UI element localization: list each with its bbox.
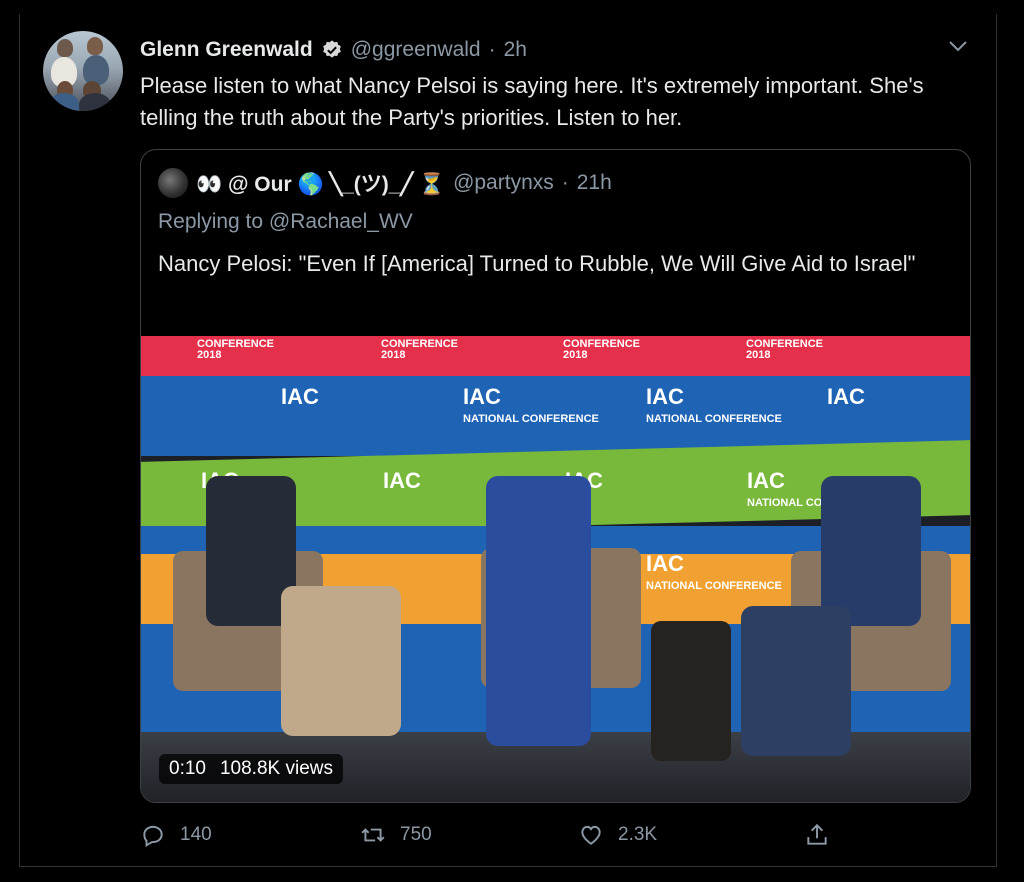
author-handle[interactable]: @ggreenwald	[351, 38, 481, 62]
quoted-separator: ·	[561, 171, 569, 194]
quoted-display-name: 👀 @ Our 🌎 ╲_(ツ)_╱ ⏳	[196, 173, 446, 196]
quoted-handle: @partynxs	[453, 171, 554, 194]
video-duration: 0:10	[169, 758, 206, 779]
speaker-left-legs	[281, 586, 401, 736]
action-bar: 140 750 2.3K	[140, 818, 840, 852]
video-views: 108.8K views	[219, 758, 333, 779]
video-player[interactable]: CONFERENCE 2018 CONFERENCE 2018 CONFEREN…	[141, 336, 970, 802]
author-avatar[interactable]	[43, 31, 123, 111]
quoted-text: Nancy Pelosi: "Even If [America] Turned …	[158, 251, 916, 276]
reply-icon	[143, 825, 163, 848]
speaker-center	[486, 476, 591, 746]
retweet-icon	[361, 828, 385, 842]
author-name[interactable]: Glenn Greenwald	[140, 38, 313, 62]
like-count: 2.3K	[618, 824, 658, 845]
speaker-right-legs	[741, 606, 851, 756]
quoted-header: 👀 @ Our 🌎 ╲_(ツ)_╱ ⏳ @partynxs · 21h	[158, 168, 612, 198]
banner-year-4: 2018	[746, 349, 771, 361]
banner-year-3: 2018	[563, 349, 588, 361]
speaker-right	[821, 476, 921, 626]
iac-sub-2: NATIONAL CONFERENCE	[646, 413, 782, 425]
banner-year-2: 2018	[381, 349, 406, 361]
heart-icon	[581, 825, 601, 845]
side-table	[651, 621, 731, 761]
like-button[interactable]: 2.3K	[578, 818, 657, 852]
share-icon	[807, 823, 827, 845]
iac-logo-6: IAC	[383, 468, 421, 493]
iac-logo-2: IAC	[463, 384, 501, 409]
iac-logo-8: IAC	[747, 468, 785, 493]
banner-year-1: 2018	[197, 349, 222, 361]
reply-count: 140	[180, 824, 212, 845]
iac-logo-9: IAC	[646, 551, 684, 576]
iac-logo-3: IAC	[646, 384, 684, 409]
tweet-header: Glenn Greenwald @ggreenwald · 2h	[140, 36, 527, 64]
iac-logo-4: IAC	[827, 384, 865, 409]
verified-icon	[322, 40, 341, 58]
quoted-avatar	[158, 168, 188, 198]
iac-logo-1: IAC	[281, 384, 319, 409]
quoted-timestamp: 21h	[576, 171, 612, 194]
replying-to-line: Replying to @Rachael_WV	[158, 210, 413, 234]
video-overlay: 0:10 108.8K views	[159, 754, 343, 784]
header-separator: ·	[488, 38, 496, 61]
tweet-text: Please listen to what Nancy Pelsoi is sa…	[140, 73, 924, 130]
share-button[interactable]	[804, 818, 830, 852]
retweet-count: 750	[400, 824, 432, 845]
tweet-timestamp[interactable]: 2h	[504, 38, 527, 62]
quoted-tweet[interactable]: 👀 @ Our 🌎 ╲_(ツ)_╱ ⏳ @partynxs · 21h Repl…	[140, 149, 971, 803]
replying-to-handle[interactable]: @Rachael_WV	[269, 210, 413, 233]
reply-button[interactable]: 140	[140, 818, 212, 852]
iac-sub-4: NATIONAL CONFERENCE	[646, 580, 782, 592]
replying-prefix: Replying to	[158, 210, 264, 233]
chevron-down-icon[interactable]	[946, 36, 970, 56]
iac-sub-1: NATIONAL CONFERENCE	[463, 413, 599, 425]
retweet-button[interactable]: 750	[360, 818, 432, 852]
